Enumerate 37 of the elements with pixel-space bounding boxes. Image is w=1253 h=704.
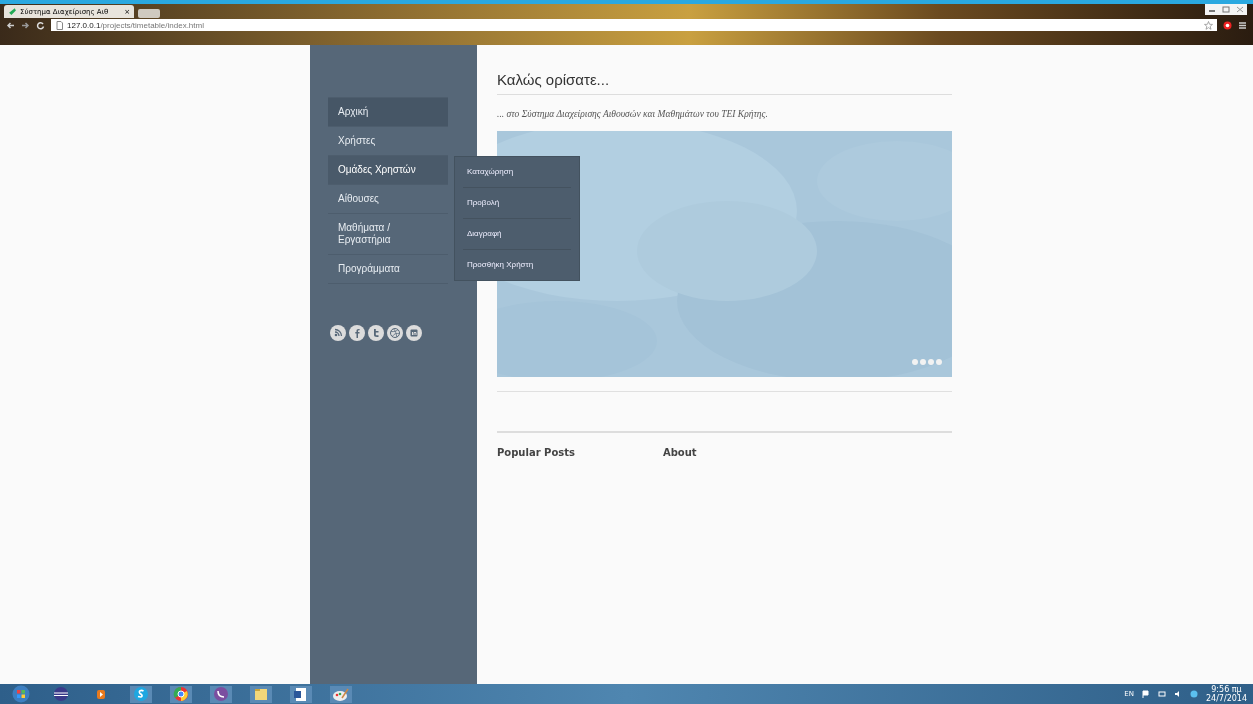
twitter-icon[interactable] — [368, 325, 384, 341]
flag-icon[interactable] — [1141, 690, 1150, 698]
dropdown-item[interactable]: Διαγραφή — [463, 219, 571, 250]
dribbble-icon[interactable] — [387, 325, 403, 341]
menu-item[interactable]: Αίθουσες — [328, 185, 448, 214]
section-heading: About — [662, 447, 697, 458]
url-text: 127.0.0.1/projects/timetable/index.html — [67, 20, 204, 30]
slide-dot[interactable] — [928, 359, 934, 365]
speaker-icon[interactable] — [1173, 690, 1182, 698]
slide-dot[interactable] — [912, 359, 918, 365]
subtitle-text: ... στο Σύστημα Διαχείρισης Αιθουσών και Μαθημάτων του ΤΕΙ Κρήτης. — [497, 109, 769, 119]
menu-item[interactable]: Αρχική — [328, 98, 448, 127]
cloud-icon[interactable] — [1189, 690, 1198, 698]
menu-item[interactable]: Μαθήματα / Εργαστήρια — [328, 214, 448, 255]
restore-icon[interactable] — [1219, 4, 1233, 15]
dropdown-item[interactable]: Προσθήκη Χρήστη — [463, 250, 571, 280]
dropdown-item[interactable]: Καταχώρηση — [463, 157, 571, 188]
dropdown-item[interactable]: Προβολή — [463, 188, 571, 219]
star-icon[interactable] — [1204, 20, 1213, 30]
page-icon — [55, 20, 64, 30]
reload-icon[interactable] — [36, 20, 45, 30]
extension-icon[interactable] — [1223, 20, 1232, 30]
facebook-icon[interactable] — [349, 325, 365, 341]
clock[interactable]: 9:56 πμ 24/7/2014 — [1205, 685, 1247, 703]
page-heading: Καλώς ορίσατε... — [497, 71, 952, 95]
rss-icon[interactable] — [330, 325, 346, 341]
slide-dot[interactable] — [936, 359, 942, 365]
forward-icon[interactable] — [21, 20, 30, 30]
menu-item[interactable]: Προγράμματα — [328, 255, 448, 284]
network-icon[interactable] — [1157, 690, 1166, 698]
back-icon[interactable] — [6, 20, 15, 30]
address-bar[interactable]: 127.0.0.1/projects/timetable/index.html — [51, 19, 1217, 31]
menu-icon[interactable] — [1238, 20, 1247, 30]
page-icon — [8, 7, 17, 16]
slide-dot[interactable] — [920, 359, 926, 365]
linkedin-icon[interactable] — [406, 325, 422, 341]
section-heading: Popular Posts — [497, 447, 575, 458]
